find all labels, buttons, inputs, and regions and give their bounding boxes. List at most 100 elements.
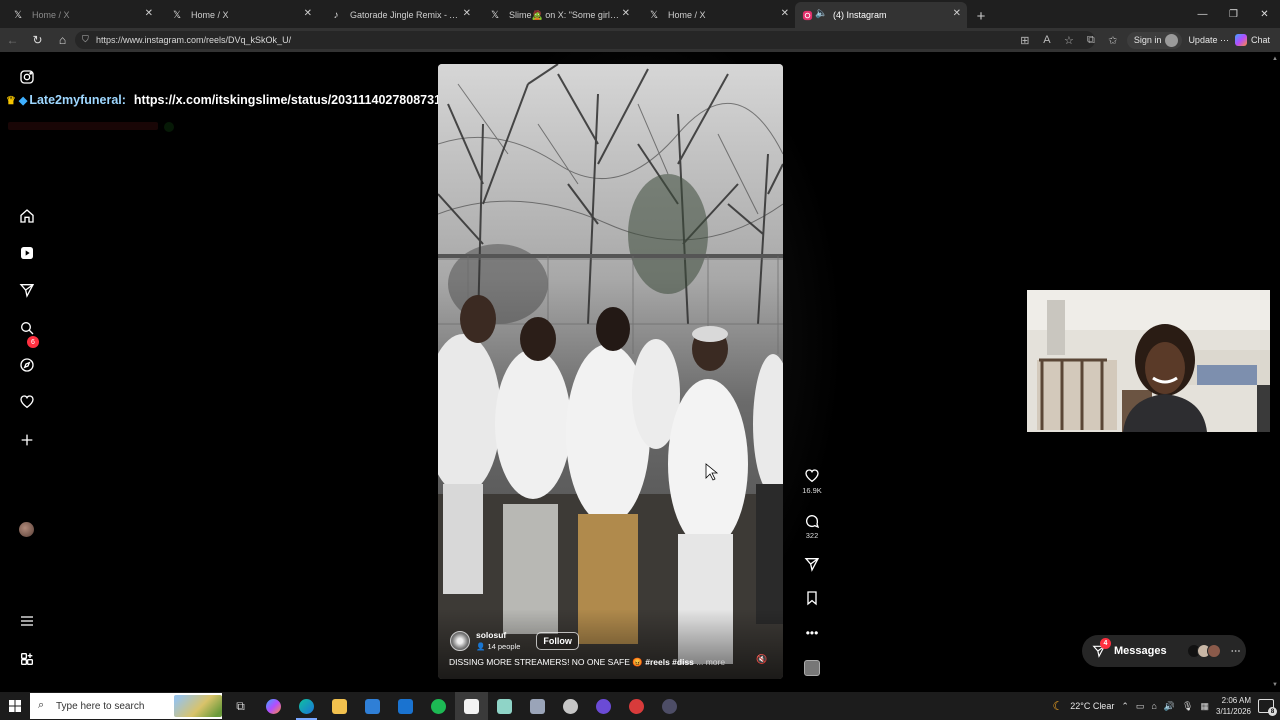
save-action[interactable] [800, 590, 824, 606]
browser-tab-active[interactable]: 🔈 (4) Instagram ✕ [795, 2, 967, 28]
refresh-button[interactable]: ↻ [25, 28, 50, 52]
task-view-icon[interactable]: ⧉ [224, 692, 257, 720]
taskbar-search[interactable]: ⌕ Type here to search [30, 693, 222, 719]
browser-tab[interactable]: 𝕏 Slime🧟 on X: "Some girls led Yun ✕ [477, 2, 636, 28]
author-avatar[interactable] [450, 630, 470, 651]
weather-text[interactable]: 22°C Clear [1070, 701, 1114, 711]
instagram-logo-icon[interactable] [16, 66, 38, 88]
url-text: https://www.instagram.com/reels/DVq_kSkO… [96, 35, 292, 45]
close-tab-icon[interactable]: ✕ [463, 8, 471, 19]
direct-messages-icon[interactable] [16, 279, 38, 301]
favorites-icon[interactable]: ✩ [1105, 34, 1121, 47]
app-icon[interactable] [620, 692, 653, 720]
chevron-up-icon[interactable]: ⌃ [1121, 701, 1129, 712]
share-action[interactable] [800, 556, 824, 572]
caption-text: DISSING MORE STREAMERS! NO ONE SAFE 😡 [449, 657, 643, 667]
tiktok-icon: ♪ [333, 9, 339, 21]
obs-icon[interactable] [587, 692, 620, 720]
site-info-icon[interactable]: ⛉ [82, 34, 89, 45]
share-icon [804, 558, 820, 572]
follow-button[interactable]: Follow [536, 631, 579, 650]
collab-people[interactable]: 👤 14 people [476, 642, 520, 651]
minimize-icon[interactable]: — [1187, 0, 1218, 28]
people-count: 14 people [487, 642, 521, 651]
address-bar-row: ← ↻ ⌂ ⛉ https://www.instagram.com/reels/… [0, 28, 1280, 52]
reel-video[interactable]: solosuf 👤 14 people Follow DISSING MORE … [438, 64, 783, 679]
home-button[interactable]: ⌂ [50, 28, 75, 52]
close-tab-icon[interactable]: ✕ [781, 8, 789, 19]
edge-taskbar-icon[interactable] [290, 692, 323, 720]
back-button[interactable]: ← [0, 28, 25, 52]
reel-author: solosuf 👤 14 people Follow [450, 630, 579, 651]
speaker-icon[interactable]: 🔈 [815, 8, 827, 19]
tab-title: Slime🧟 on X: "Some girls led Yun [509, 9, 619, 20]
notification-center-icon[interactable]: 8 [1258, 699, 1277, 716]
spotify-icon[interactable] [422, 692, 455, 720]
browser-tab[interactable]: 𝕏 Home / X ✕ [0, 2, 159, 28]
file-explorer-icon[interactable] [323, 692, 356, 720]
app-icon[interactable] [521, 692, 554, 720]
heart-icon[interactable] [16, 391, 38, 413]
comment-action[interactable]: 322 [800, 513, 824, 540]
chat-avatar [1206, 644, 1221, 658]
messages-button[interactable]: 4 Messages ⋯ [1082, 635, 1246, 667]
author-username[interactable]: solosuf [476, 630, 520, 640]
instagram-icon [801, 9, 813, 21]
search-icon[interactable] [16, 317, 38, 339]
meta-apps-icon[interactable] [16, 648, 38, 670]
app-icon[interactable] [554, 692, 587, 720]
explore-icon[interactable] [16, 354, 38, 376]
close-tab-icon[interactable]: ✕ [304, 8, 312, 19]
notepad-icon[interactable] [455, 692, 488, 720]
app-icon[interactable] [653, 692, 686, 720]
menu-icon[interactable] [16, 610, 38, 632]
cube-icon: ◆ [18, 94, 28, 107]
home-icon[interactable] [16, 205, 38, 227]
scroll-down-icon[interactable]: ▼ [1272, 682, 1278, 688]
page-scrollbar[interactable]: ▲ ▼ [1270, 52, 1280, 692]
scroll-up-icon[interactable]: ▲ [1272, 56, 1278, 62]
microsoft-store-icon[interactable] [356, 692, 389, 720]
copilot-chat-button[interactable]: Chat [1234, 34, 1270, 46]
clock[interactable]: 2:06 AM 3/11/2026 [1216, 695, 1251, 717]
language-icon[interactable]: ▦ [1200, 701, 1209, 712]
close-window-icon[interactable]: ✕ [1249, 0, 1280, 28]
app-icon[interactable] [488, 692, 521, 720]
browser-tab[interactable]: 𝕏 Home / X ✕ [636, 2, 795, 28]
close-tab-icon[interactable]: ✕ [145, 8, 153, 19]
caption-tags[interactable]: #reels #diss [645, 657, 694, 667]
volume-icon[interactable]: 🔊 [1164, 701, 1175, 712]
original-audio-thumbnail[interactable] [804, 660, 820, 676]
close-tab-icon[interactable]: ✕ [953, 8, 961, 19]
restore-icon[interactable]: ❐ [1218, 0, 1249, 28]
sign-in-button[interactable]: Sign in [1126, 31, 1183, 49]
apps-icon[interactable]: ⊞ [1017, 34, 1033, 47]
x-logo-icon: 𝕏 [490, 9, 500, 21]
tab-title: Home / X [32, 10, 70, 20]
like-action[interactable]: 16.9K [800, 468, 824, 495]
mute-icon[interactable]: 🔇 [756, 654, 767, 665]
create-icon[interactable] [16, 429, 38, 451]
taskbar-apps: ⧉ [224, 692, 686, 720]
like-heart-icon [805, 469, 819, 483]
copilot-taskbar-icon[interactable] [257, 692, 290, 720]
outlook-icon[interactable] [389, 692, 422, 720]
device-icon[interactable]: ▭ [1136, 701, 1145, 712]
read-aloud-icon[interactable]: A [1039, 34, 1055, 46]
start-button[interactable] [0, 692, 30, 720]
more-options-icon[interactable]: ••• [800, 626, 824, 640]
extensions-icon[interactable]: ⧉ [1083, 34, 1099, 47]
browser-tab[interactable]: ♪ Gatorade Jingle Remix - A Fun Twi ✕ [318, 2, 477, 28]
new-tab-button[interactable]: + [969, 4, 993, 28]
webcam-feed [1027, 290, 1280, 432]
close-tab-icon[interactable]: ✕ [622, 8, 630, 19]
browser-tab[interactable]: 𝕏 Home / X ✕ [159, 2, 318, 28]
microphone-icon[interactable]: 🎙 [1182, 701, 1193, 712]
caption-more[interactable]: ... more [696, 657, 725, 667]
network-icon[interactable]: ⌂ [1151, 701, 1156, 711]
profile-avatar[interactable] [19, 522, 34, 537]
reels-icon[interactable] [16, 242, 38, 264]
favorite-star-icon[interactable]: ☆ [1061, 34, 1077, 47]
update-button[interactable]: Update ⋯ [1188, 35, 1229, 46]
url-field[interactable]: ⛉ https://www.instagram.com/reels/DVq_kS… [75, 31, 1095, 49]
